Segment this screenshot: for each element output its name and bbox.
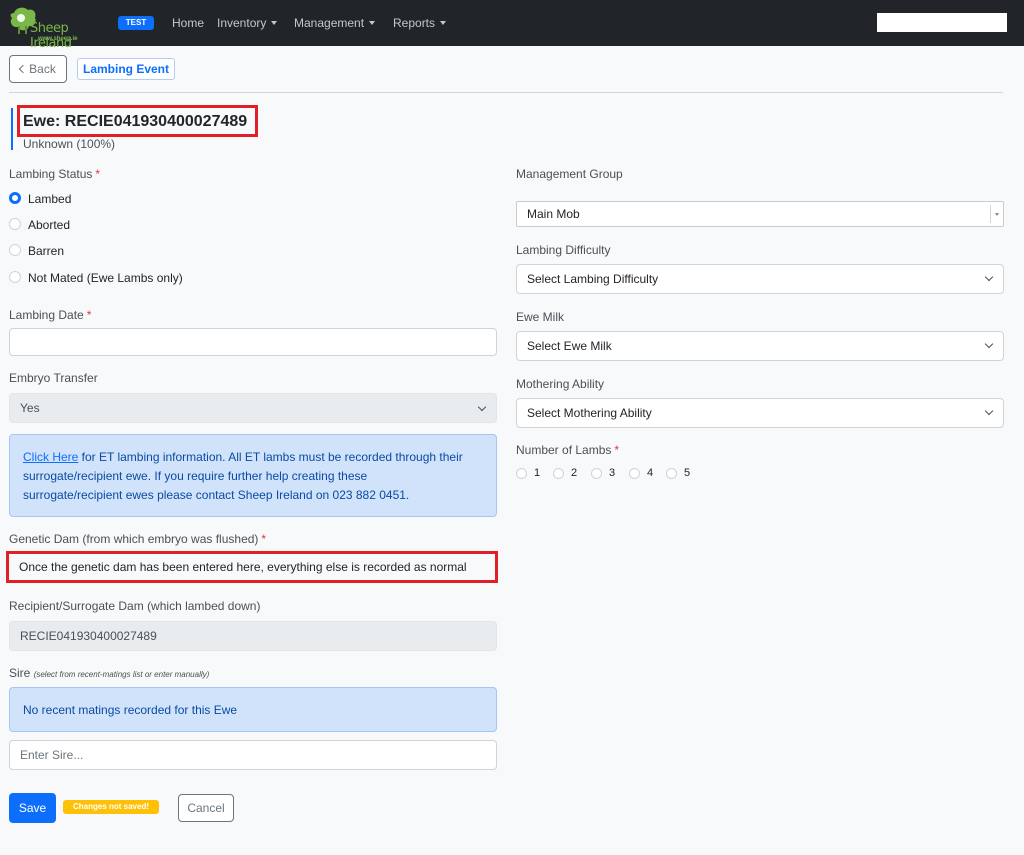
ewe-accent-bar <box>11 108 13 150</box>
tab-lambing-event[interactable]: Lambing Event <box>77 58 175 80</box>
required-marker: * <box>614 443 620 457</box>
et-info-text2: surrogate/recipient ewe. If you require … <box>23 469 368 483</box>
cancel-button[interactable]: Cancel <box>178 794 234 822</box>
lambing-status-label-text: Lambing Status <box>9 167 93 181</box>
unsaved-badge: Changes not saved! <box>63 800 159 814</box>
nav-inventory-label: Inventory <box>217 16 267 30</box>
highlight-box <box>6 551 498 583</box>
nav-reports-label: Reports <box>393 16 436 30</box>
ewe-breed: Unknown (100%) <box>23 137 116 151</box>
chevron-down-icon <box>984 339 994 349</box>
nav-reports[interactable]: Reports <box>393 16 447 31</box>
et-info-text3: surrogate/recipient ewes please contact … <box>23 488 410 502</box>
chevron-down-icon <box>440 20 447 25</box>
mothering-ability-label: Mothering Ability <box>516 377 605 391</box>
genetic-dam-label-text: Genetic Dam (from which embryo was flush… <box>9 532 259 546</box>
lambing-status-label: Lambing Status * <box>9 167 100 181</box>
highlight-box <box>17 105 258 137</box>
ewe-milk-value: Select Ewe Milk <box>527 339 612 353</box>
required-marker: * <box>95 167 101 181</box>
sheep-ireland-logo[interactable]: Sheep Ireland www.sheep.ie <box>8 5 98 51</box>
radio-label-aborted: Aborted <box>28 218 71 232</box>
recipient-dam-input: RECIE041930400027489 <box>9 621 497 651</box>
et-info-text1: for ET lambing information. All ET lambs… <box>78 450 463 464</box>
embryo-transfer-label: Embryo Transfer <box>9 371 98 385</box>
radio-not-mated[interactable] <box>9 271 21 283</box>
ewe-milk-select[interactable]: Select Ewe Milk <box>516 331 1004 361</box>
chevron-left-icon <box>18 64 28 74</box>
radio-label-lambs-2: 2 <box>571 467 578 479</box>
lambing-difficulty-label: Lambing Difficulty <box>516 243 611 257</box>
caret-down-icon <box>995 213 999 216</box>
number-of-lambs-label: Number of Lambs * <box>516 443 619 457</box>
select-divider <box>990 205 991 223</box>
number-of-lambs-label-text: Number of Lambs <box>516 443 612 457</box>
divider <box>9 92 1003 93</box>
save-button[interactable]: Save <box>9 793 56 823</box>
nav-management[interactable]: Management <box>294 16 376 31</box>
chevron-down-icon <box>984 406 994 416</box>
required-marker: * <box>261 532 267 546</box>
env-badge: TEST <box>118 16 154 30</box>
back-label: Back <box>29 62 56 76</box>
radio-lambed[interactable] <box>9 192 21 204</box>
sire-label-text: Sire <box>9 666 31 680</box>
chevron-down-icon <box>984 272 994 282</box>
back-button[interactable]: Back <box>9 55 67 83</box>
radio-lambs-5[interactable] <box>666 468 677 479</box>
embryo-transfer-select[interactable]: Yes <box>9 393 497 423</box>
nav-inventory[interactable]: Inventory <box>217 16 278 31</box>
radio-label-not-mated: Not Mated (Ewe Lambs only) <box>28 271 183 285</box>
radio-label-lambs-1: 1 <box>534 467 541 479</box>
mothering-ability-value: Select Mothering Ability <box>527 406 652 420</box>
management-group-select[interactable]: Main Mob <box>516 201 1004 227</box>
radio-label-lambs-3: 3 <box>609 467 616 479</box>
nav-home[interactable]: Home <box>172 16 204 31</box>
radio-lambs-4[interactable] <box>629 468 640 479</box>
radio-lambs-3[interactable] <box>591 468 602 479</box>
mothering-ability-select[interactable]: Select Mothering Ability <box>516 398 1004 428</box>
click-here-link[interactable]: Click Here <box>23 450 78 464</box>
logo-url: www.sheep.ie <box>38 36 78 42</box>
top-navbar: Sheep Ireland www.sheep.ie TEST Home Inv… <box>0 0 1024 51</box>
management-group-label: Management Group <box>516 167 623 181</box>
radio-barren[interactable] <box>9 244 21 256</box>
radio-label-barren: Barren <box>28 244 65 258</box>
nav-management-label: Management <box>294 16 365 30</box>
chevron-down-icon <box>271 20 278 25</box>
radio-label-lambs-4: 4 <box>647 467 654 479</box>
lambing-difficulty-value: Select Lambing Difficulty <box>527 272 659 286</box>
radio-lambs-2[interactable] <box>553 468 564 479</box>
embryo-transfer-value: Yes <box>20 401 40 415</box>
no-matings-alert: No recent matings recorded for this Ewe <box>9 687 497 732</box>
lambing-date-input[interactable] <box>9 328 497 356</box>
radio-label-lambs-5: 5 <box>684 467 691 479</box>
lambing-date-label-text: Lambing Date <box>9 308 84 322</box>
chevron-down-icon <box>369 20 376 25</box>
radio-label-lambed: Lambed <box>28 192 72 206</box>
management-group-value: Main Mob <box>527 207 580 221</box>
sire-hint: (select from recent-matings list or ente… <box>33 670 210 679</box>
navbar-search-input[interactable] <box>877 13 1007 32</box>
no-matings-text: No recent matings recorded for this Ewe <box>23 703 238 717</box>
chevron-down-icon <box>477 402 487 412</box>
sire-label: Sire (select from recent-matings list or… <box>9 666 209 680</box>
required-marker: * <box>86 308 92 322</box>
lambing-difficulty-select[interactable]: Select Lambing Difficulty <box>516 264 1004 294</box>
ewe-milk-label: Ewe Milk <box>516 310 565 324</box>
et-info-alert: Click Here for ET lambing information. A… <box>9 434 497 517</box>
sire-input[interactable]: Enter Sire... <box>9 740 497 770</box>
genetic-dam-label: Genetic Dam (from which embryo was flush… <box>9 532 266 546</box>
lambing-date-label: Lambing Date * <box>9 308 91 322</box>
radio-lambs-1[interactable] <box>516 468 527 479</box>
recipient-dam-label: Recipient/Surrogate Dam (which lambed do… <box>9 599 261 613</box>
radio-aborted[interactable] <box>9 218 21 230</box>
et-info-line1: Click Here for ET lambing information. A… <box>23 448 496 467</box>
